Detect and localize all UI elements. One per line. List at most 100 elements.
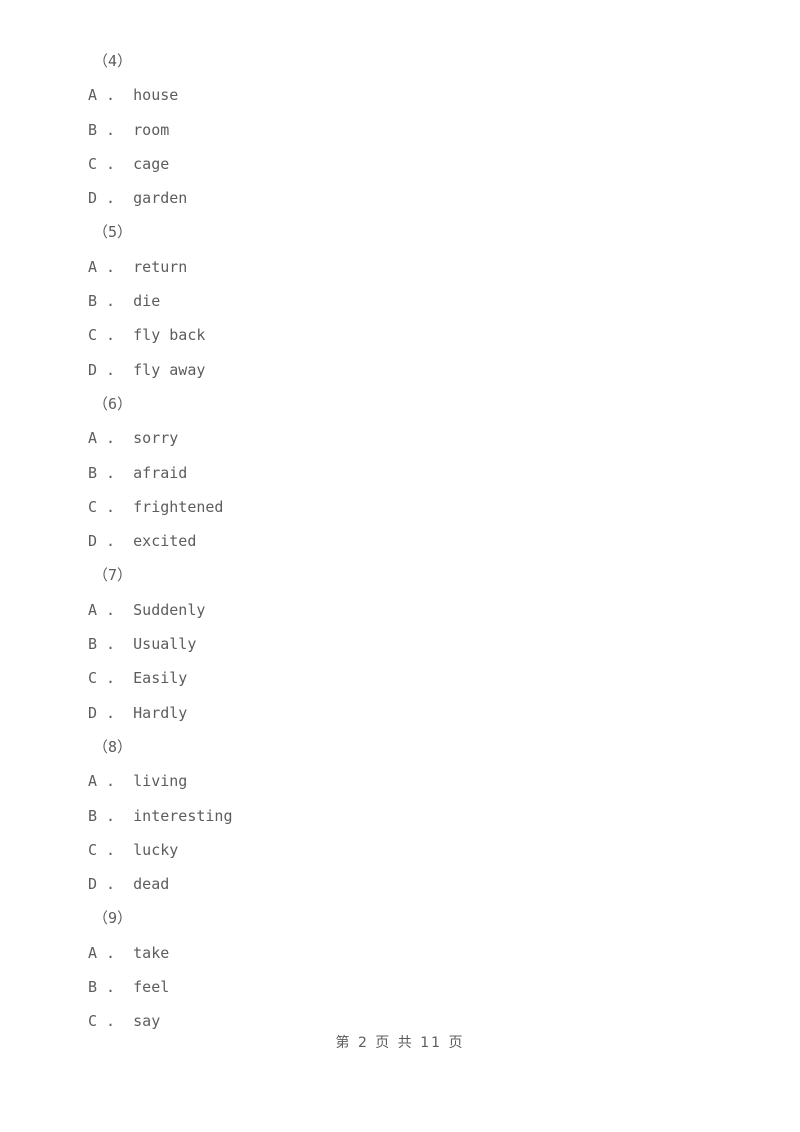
option-text: cage: [124, 154, 170, 173]
option-row[interactable]: A . living: [88, 764, 728, 798]
option-text: return: [124, 257, 188, 276]
question-group: （6） A . sorry B . afraid C . frightened …: [88, 387, 728, 558]
option-letter: B: [88, 463, 98, 482]
question-number: （9）: [93, 909, 133, 928]
question-number: （6）: [93, 394, 133, 413]
option-letter: A: [88, 943, 98, 962]
option-text: Usually: [124, 635, 197, 654]
option-separator: .: [97, 189, 125, 208]
option-row[interactable]: B . interesting: [88, 799, 728, 833]
question-group: （5） A . return B . die C . fly back D . …: [88, 215, 728, 386]
option-row[interactable]: A . return: [88, 250, 728, 284]
option-row[interactable]: D . excited: [88, 524, 728, 558]
option-letter: B: [88, 120, 98, 139]
option-letter: A: [88, 772, 98, 791]
option-letter: D: [88, 703, 98, 722]
option-row[interactable]: B . Usually: [88, 627, 728, 661]
option-separator: .: [97, 806, 125, 825]
option-text: feel: [124, 978, 170, 997]
option-letter: C: [88, 497, 98, 516]
option-row[interactable]: A . house: [88, 78, 728, 112]
option-row[interactable]: C . cage: [88, 147, 728, 181]
option-letter: C: [88, 840, 98, 859]
option-row[interactable]: B . room: [88, 113, 728, 147]
page-footer: 第 2 页 共 11 页: [335, 1035, 465, 1051]
option-separator: .: [97, 1012, 125, 1031]
option-text: afraid: [124, 463, 188, 482]
option-text: living: [124, 772, 188, 791]
option-text: Suddenly: [124, 600, 206, 619]
option-separator: .: [97, 497, 125, 516]
question-number: （4）: [93, 52, 133, 70]
option-letter: A: [88, 257, 98, 276]
question-number: （5）: [93, 223, 133, 242]
option-row[interactable]: A . Suddenly: [88, 593, 728, 627]
option-separator: .: [97, 635, 125, 654]
option-separator: .: [97, 669, 125, 688]
option-letter: B: [88, 292, 98, 311]
option-letter: A: [88, 86, 98, 105]
option-separator: .: [97, 429, 125, 448]
option-letter: D: [88, 532, 98, 551]
question-group: （8） A . living B . interesting C . lucky…: [88, 730, 728, 901]
option-row[interactable]: B . feel: [88, 970, 728, 1004]
option-separator: .: [97, 120, 125, 139]
option-text: frightened: [124, 497, 224, 516]
option-row[interactable]: D . Hardly: [88, 696, 728, 730]
option-text: sorry: [124, 429, 179, 448]
question-number: （7）: [93, 566, 133, 585]
option-row[interactable]: B . die: [88, 284, 728, 318]
option-letter: C: [88, 326, 98, 345]
option-text: Hardly: [124, 703, 188, 722]
option-separator: .: [97, 326, 125, 345]
option-text: Easily: [124, 669, 188, 688]
option-row[interactable]: C . fly back: [88, 318, 728, 352]
option-row[interactable]: A . take: [88, 936, 728, 970]
option-letter: C: [88, 669, 98, 688]
option-row[interactable]: D . garden: [88, 181, 728, 215]
option-letter: B: [88, 978, 98, 997]
option-text: fly away: [124, 360, 206, 379]
option-separator: .: [97, 532, 125, 551]
option-separator: .: [97, 600, 125, 619]
option-text: interesting: [124, 806, 233, 825]
option-letter: A: [88, 600, 98, 619]
option-separator: .: [97, 463, 125, 482]
question-group: （4） A . house B . room C . cage D . gard…: [88, 44, 728, 215]
option-text: garden: [124, 189, 188, 208]
option-letter: B: [88, 806, 98, 825]
option-row[interactable]: C . frightened: [88, 490, 728, 524]
option-letter: D: [88, 360, 98, 379]
option-separator: .: [97, 86, 125, 105]
document-page: （4） A . house B . room C . cage D . gard…: [0, 0, 800, 1132]
option-separator: .: [97, 772, 125, 791]
option-row[interactable]: C . Easily: [88, 661, 728, 695]
option-row[interactable]: D . dead: [88, 867, 728, 901]
option-separator: .: [97, 154, 125, 173]
option-row[interactable]: D . fly away: [88, 353, 728, 387]
option-separator: .: [97, 875, 125, 894]
option-row[interactable]: B . afraid: [88, 456, 728, 490]
option-text: excited: [124, 532, 197, 551]
option-separator: .: [97, 978, 125, 997]
question-number: （8）: [93, 737, 133, 756]
option-text: say: [124, 1012, 161, 1031]
question-list: （4） A . house B . room C . cage D . gard…: [88, 44, 728, 1039]
option-text: fly back: [124, 326, 206, 345]
option-letter: D: [88, 189, 98, 208]
option-row[interactable]: A . sorry: [88, 421, 728, 455]
question-group: （9） A . take B . feel C . say: [88, 901, 728, 1038]
question-group: （7） A . Suddenly B . Usually C . Easily …: [88, 558, 728, 729]
option-letter: B: [88, 635, 98, 654]
option-text: take: [124, 943, 170, 962]
option-separator: .: [97, 360, 125, 379]
option-letter: D: [88, 875, 98, 894]
option-separator: .: [97, 292, 125, 311]
option-separator: .: [97, 703, 125, 722]
option-text: lucky: [124, 840, 179, 859]
option-text: house: [124, 86, 179, 105]
option-separator: .: [97, 840, 125, 859]
option-text: room: [124, 120, 170, 139]
option-letter: A: [88, 429, 98, 448]
option-row[interactable]: C . lucky: [88, 833, 728, 867]
